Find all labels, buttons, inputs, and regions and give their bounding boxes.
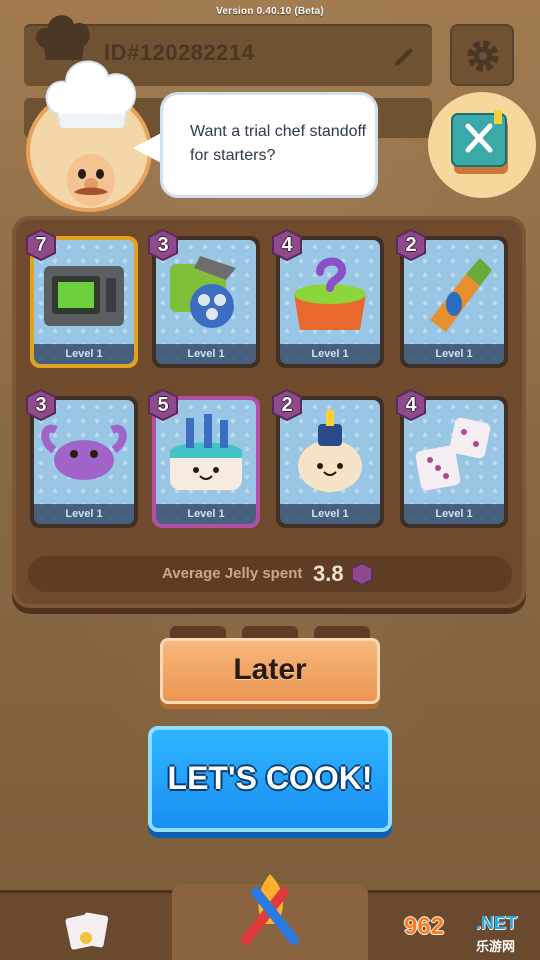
card-level: Level 1 xyxy=(280,344,380,364)
grinder-icon xyxy=(170,256,236,328)
later-button[interactable]: Later xyxy=(160,638,380,704)
playing-cards-icon xyxy=(65,912,109,950)
card-level: Level 1 xyxy=(156,504,256,524)
microwave-icon xyxy=(44,266,124,326)
average-jelly-value: 3.8 xyxy=(313,561,344,586)
jelly-cost-badge: 4 xyxy=(270,228,304,262)
gear-icon xyxy=(467,40,499,72)
deck-card[interactable]: Level 1 5 xyxy=(148,388,260,528)
card-cost: 4 xyxy=(281,234,293,256)
card-cost: 3 xyxy=(157,234,169,256)
chef-face-icon xyxy=(67,154,115,206)
deck-card[interactable]: Level 1 3 xyxy=(26,388,138,528)
card-cost: 3 xyxy=(35,394,47,416)
card-level: Level 1 xyxy=(280,504,380,524)
jelly-cost-badge: 3 xyxy=(146,228,180,262)
pepper-shaker-icon xyxy=(430,258,492,332)
garlic-icon xyxy=(298,410,362,492)
recipe-book-button[interactable] xyxy=(428,92,536,198)
settings-button[interactable] xyxy=(450,24,514,86)
card-level: Level 1 xyxy=(156,344,256,364)
deck-card[interactable]: Level 1 4 xyxy=(396,388,508,528)
nav-tab-cards[interactable] xyxy=(48,892,128,960)
card-level: Level 1 xyxy=(34,344,134,364)
deck-card[interactable]: Level 1 4 xyxy=(272,228,384,368)
deck-card[interactable]: Level 1 3 xyxy=(148,228,260,368)
speech-bubble-tail xyxy=(133,132,163,164)
crossed-utensils-icon xyxy=(241,874,299,945)
crab-icon xyxy=(41,424,127,480)
card-level: Level 1 xyxy=(404,344,504,364)
jelly-cube-icon xyxy=(351,562,373,586)
nav-tab-battle[interactable] xyxy=(172,874,368,960)
lets-cook-button[interactable]: LET'S COOK! xyxy=(148,726,392,832)
average-jelly-label: Average Jelly spent xyxy=(162,565,303,582)
card-level: Level 1 xyxy=(34,504,134,524)
birthday-cake-icon xyxy=(170,414,242,490)
card-cost: 4 xyxy=(405,394,417,416)
deck-card[interactable]: Level 1 7 xyxy=(26,228,138,368)
recipe-book-icon xyxy=(451,110,508,174)
watermark-number: 962 xyxy=(404,913,445,940)
jelly-cost-badge: 7 xyxy=(24,228,58,262)
jelly-cost-badge: 3 xyxy=(24,388,58,422)
deck-card[interactable]: Level 1 2 xyxy=(396,228,508,368)
card-cost: 7 xyxy=(35,234,47,256)
deck-card[interactable]: Level 1 2 xyxy=(272,388,384,528)
card-cost: 2 xyxy=(405,234,417,256)
jelly-cost-badge: 2 xyxy=(394,228,428,262)
dialog-text: Want a trial chef standoff for starters? xyxy=(190,123,367,164)
jelly-cost-badge: 5 xyxy=(146,388,180,422)
card-level: Level 1 xyxy=(404,504,504,524)
edit-pencil-icon[interactable] xyxy=(392,42,418,68)
card-cost: 2 xyxy=(281,394,293,416)
mystery-pot-icon xyxy=(294,257,366,330)
jelly-cost-badge: 2 xyxy=(270,388,304,422)
card-cost: 5 xyxy=(157,394,169,416)
chef-hat-large-icon xyxy=(45,60,137,128)
watermark-net: .NET xyxy=(476,913,518,933)
jelly-cost-badge: 4 xyxy=(394,388,428,422)
watermark-site: 乐游网 xyxy=(476,939,516,954)
dice-icon xyxy=(415,417,491,491)
